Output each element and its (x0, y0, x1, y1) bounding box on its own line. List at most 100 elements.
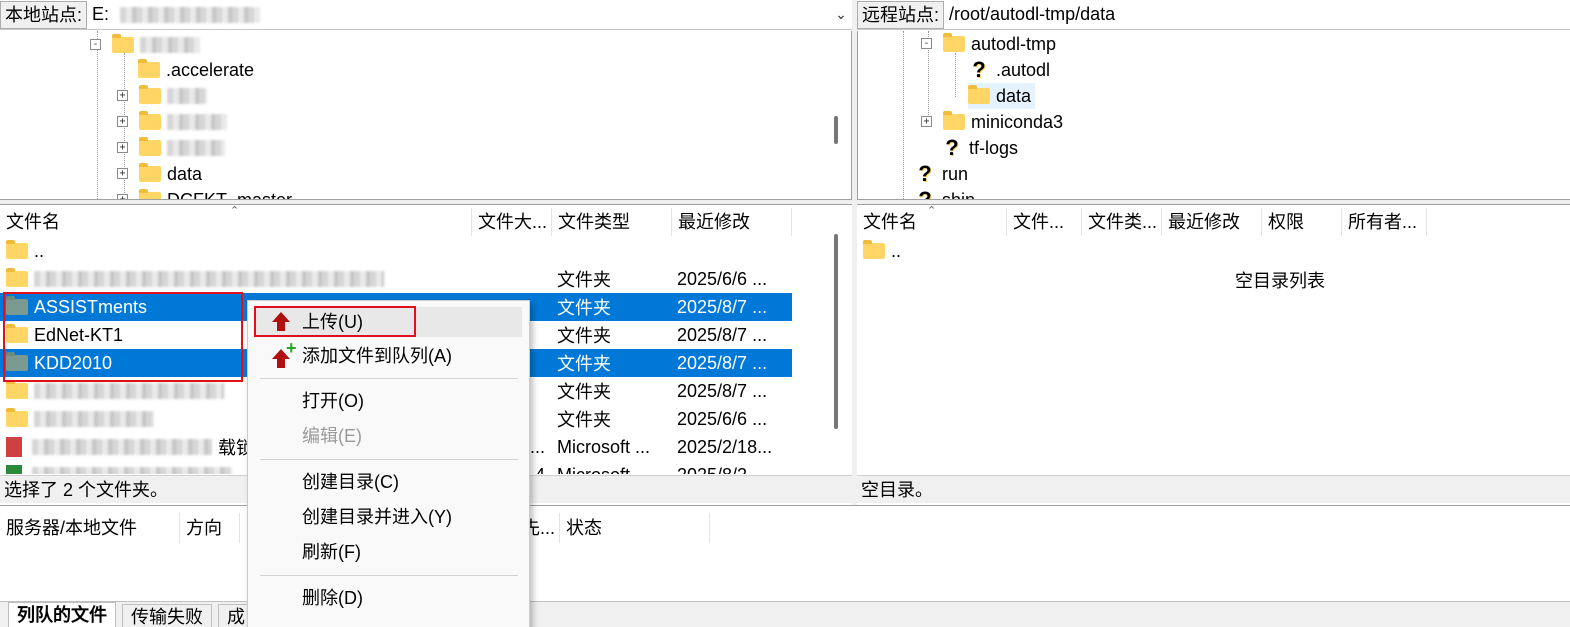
file-type: 文件夹 (557, 410, 611, 430)
folder-icon (943, 111, 965, 130)
tree-item[interactable]: + (117, 83, 207, 109)
column-header-modified[interactable]: 最近修改 (672, 208, 792, 236)
remote-list-header: 文件名 文件... 文件类... 最近修改 权限 所有者... (857, 208, 1570, 236)
tree-line (903, 31, 904, 199)
tree-item[interactable]: .accelerate (138, 57, 254, 83)
redacted-text (34, 383, 224, 399)
tab-failed-transfers[interactable]: 传输失败 (122, 604, 212, 627)
file-type: 文件夹 (557, 270, 611, 290)
column-header-filetype[interactable]: 文件类... (1082, 208, 1162, 236)
file-size: ... (530, 436, 546, 457)
table-row[interactable]: 文件夹 2025/6/6 ... (0, 265, 792, 293)
menu-item-create-directory[interactable]: 创建目录(C) (256, 467, 522, 497)
tree-item-label: run (942, 163, 969, 184)
folder-icon (968, 85, 990, 104)
file-modified: 2025/8/7 ... (677, 352, 768, 373)
pdf-file-icon (6, 437, 22, 457)
queue-tabs: 列队的文件 传输失败 成 (0, 601, 1570, 627)
menu-item-edit: 编辑(E) (256, 421, 522, 451)
local-site-path-value: E: (92, 4, 110, 24)
file-name: .. (891, 240, 902, 261)
file-type: 文件夹 (557, 326, 611, 346)
menu-item-refresh[interactable]: 刷新(F) (256, 537, 522, 567)
redacted-text (167, 114, 227, 130)
menu-separator (260, 378, 518, 379)
table-row[interactable]: .. (0, 237, 792, 265)
folder-icon (139, 163, 161, 182)
tree-item-selected[interactable]: data (968, 83, 1036, 109)
menu-item-label: 创建目录并进入(Y) (302, 507, 452, 527)
tab-queued-files[interactable]: 列队的文件 (8, 602, 116, 627)
plus-icon: + (286, 338, 297, 358)
question-mark-icon: ? (918, 161, 932, 186)
tree-item[interactable]: ? .autodl (968, 57, 1050, 83)
file-list-scrollbar[interactable] (834, 234, 838, 429)
column-header-modified[interactable]: 最近修改 (1162, 208, 1262, 236)
annotation-highlight-box (3, 292, 243, 382)
menu-separator (260, 575, 518, 576)
collapse-icon[interactable]: - (921, 38, 932, 49)
menu-item-label: 添加文件到队列(A) (302, 346, 452, 366)
transfer-queue[interactable]: 服务器/本地文件 方向 先... 状态 (0, 505, 1570, 601)
horizontal-splitter[interactable] (0, 199, 1570, 205)
tree-item[interactable]: ? run (914, 161, 968, 187)
tree-item[interactable]: + miniconda3 (921, 109, 1063, 135)
folder-icon (6, 240, 28, 259)
sort-ascending-icon: ⌃ (927, 205, 937, 217)
redacted-text (32, 439, 212, 455)
menu-item-label: 打开(O) (302, 391, 364, 411)
table-row[interactable]: .. (857, 237, 1157, 265)
remote-file-list[interactable]: 文件名 文件... 文件类... 最近修改 权限 所有者... ⌃ .. 空目录… (857, 205, 1570, 474)
local-directory-tree[interactable]: - .accelerate + + + + data + DCFKT_maste… (0, 31, 852, 199)
collapse-icon[interactable]: - (90, 39, 101, 50)
menu-item-open[interactable]: 打开(O) (256, 386, 522, 416)
expand-icon[interactable]: + (117, 142, 128, 153)
tree-item[interactable]: + (117, 109, 227, 135)
tree-item-label: shin (942, 190, 975, 200)
sort-ascending-icon: ⌃ (230, 206, 240, 217)
menu-item-create-directory-and-enter[interactable]: 创建目录并进入(Y) (256, 502, 522, 532)
column-header-status[interactable]: 状态 (560, 513, 710, 543)
chevron-down-icon[interactable]: ⌄ (830, 6, 852, 23)
folder-icon (863, 240, 885, 259)
expand-icon[interactable]: + (117, 116, 128, 127)
local-site-path-input[interactable]: E: (87, 4, 830, 25)
tree-scrollbar[interactable] (834, 116, 838, 144)
folder-icon (112, 34, 134, 53)
tree-item[interactable]: + DCFKT_master (117, 187, 292, 199)
tree-item[interactable]: + data (117, 161, 202, 187)
expand-icon[interactable]: + (117, 168, 128, 179)
tree-item[interactable]: + (117, 135, 225, 161)
file-name: .. (34, 240, 45, 261)
column-header-owner[interactable]: 所有者... (1342, 208, 1427, 236)
column-header-filesize[interactable]: 文件... (1007, 208, 1082, 236)
menu-item-delete[interactable]: 删除(D) (256, 583, 522, 613)
tree-item-label: miniconda3 (971, 111, 1064, 132)
tree-item[interactable]: ? tf-logs (941, 135, 1018, 161)
column-header-server-local-file[interactable]: 服务器/本地文件 (0, 513, 180, 543)
column-header-permissions[interactable]: 权限 (1262, 208, 1342, 236)
menu-item-label: 删除(D) (302, 588, 363, 608)
tree-item[interactable]: - autodl-tmp (921, 31, 1056, 57)
file-modified: 2025/2/18... (677, 436, 773, 457)
column-header-filesize[interactable]: 文件大... (472, 208, 552, 236)
folder-icon (6, 268, 28, 287)
question-mark-icon: ? (945, 135, 959, 160)
file-type: 文件夹 (557, 354, 611, 374)
expand-icon[interactable]: + (921, 116, 932, 127)
redacted-text (167, 140, 225, 156)
folder-icon (6, 408, 28, 427)
column-header-filetype[interactable]: 文件类型 (552, 208, 672, 236)
remote-site-path-input[interactable]: /root/autodl-tmp/data (944, 4, 1570, 25)
remote-directory-tree[interactable]: - autodl-tmp ? .autodl data + miniconda3… (857, 31, 1570, 199)
tree-item[interactable]: - (90, 32, 200, 58)
menu-item-add-to-queue[interactable]: + 添加文件到队列(A) (256, 338, 522, 371)
tree-item[interactable]: ? shin (914, 187, 975, 199)
file-modified: 2025/8/7 ... (677, 324, 768, 345)
column-header-direction[interactable]: 方向 (180, 513, 240, 543)
menu-separator (260, 459, 518, 460)
file-modified: 2025/8/2... (677, 465, 762, 475)
redacted-text (34, 411, 154, 427)
local-site-label: 本地站点: (0, 0, 88, 29)
expand-icon[interactable]: + (117, 90, 128, 101)
